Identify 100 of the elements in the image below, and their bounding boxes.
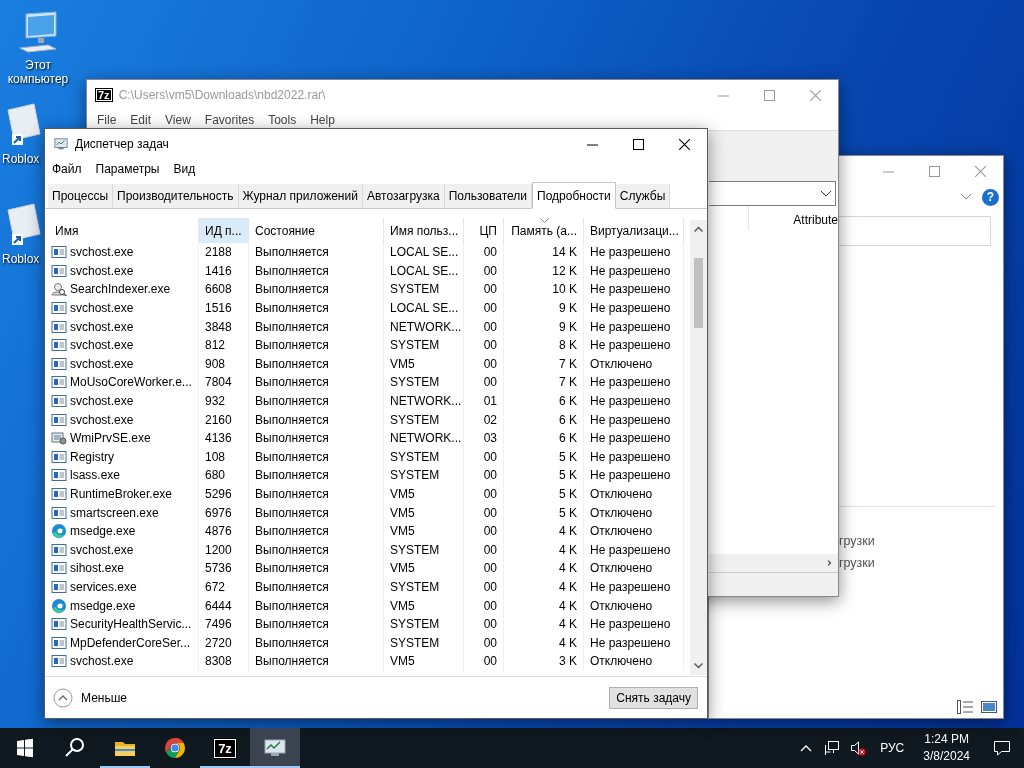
table-cell: 932 (205, 394, 226, 409)
close-button[interactable] (678, 138, 690, 150)
scroll-down-icon[interactable] (694, 663, 703, 669)
table-cell: 6608 (205, 282, 232, 297)
tab[interactable]: Журнал приложений (238, 184, 363, 208)
address-field[interactable] (709, 181, 836, 206)
table-cell: 812 (205, 338, 226, 353)
table-cell: Не разрешено (590, 338, 671, 353)
table-cell: Выполняется (255, 487, 329, 501)
fewer-details-link[interactable]: Меньше (81, 690, 127, 705)
notification-icon[interactable] (993, 739, 1011, 757)
table-cell: 12 K (552, 263, 577, 278)
app-logo[interactable]: 7z (214, 738, 236, 758)
table-cell: 00 (483, 487, 497, 501)
taskbar-button[interactable] (250, 728, 300, 768)
table-cell: Отключено (590, 561, 653, 576)
table-cell: 00 (483, 468, 497, 483)
table-cell: svchost.exe (70, 412, 134, 427)
table-cell: Не разрешено (590, 394, 671, 409)
icon-label[interactable]: Roblox (2, 152, 40, 166)
horizontal-scrollbar[interactable] (709, 554, 838, 572)
table-cell: svchost.exe (70, 338, 134, 353)
table-cell: 6444 (205, 598, 232, 613)
table-cell: Отключено (590, 487, 653, 501)
table-cell: LOCAL SE... (390, 245, 459, 260)
chevron-right-icon[interactable] (825, 560, 834, 566)
tab[interactable]: Подробности (532, 182, 616, 209)
table-cell: Не разрешено (590, 301, 671, 316)
column-header[interactable]: Виртуализаци... (584, 218, 684, 243)
nav-item[interactable]: грузки (839, 556, 875, 570)
column-header[interactable]: ИД п... (199, 218, 249, 243)
vertical-scrollbar[interactable] (690, 220, 707, 675)
table-cell: 1200 (205, 542, 232, 557)
menu-item[interactable]: Параметры (88, 162, 167, 176)
table-cell: SYSTEM (390, 617, 440, 632)
table-cell: Выполняется (255, 561, 329, 576)
maximize-button[interactable] (632, 138, 644, 150)
details-view-icon[interactable] (957, 700, 973, 714)
taskbar-button[interactable]: 7z (200, 728, 250, 768)
table-cell: Выполняется (255, 319, 329, 334)
muted-speaker-icon[interactable] (850, 740, 867, 756)
menu-item[interactable]: Tools (261, 113, 304, 127)
scrollbar-thumb[interactable] (694, 258, 703, 328)
column-header[interactable]: Состояние (249, 218, 384, 243)
language-indicator[interactable]: РУС (871, 741, 914, 755)
table-cell: 7 K (559, 375, 577, 390)
table-cell: VM5 (390, 356, 415, 371)
table-cell: 7496 (205, 617, 232, 632)
table-cell: 00 (483, 245, 497, 260)
table-cell: 4 K (559, 561, 577, 576)
chevron-up-circle-icon[interactable] (53, 687, 73, 708)
clock-time[interactable]: 1:24 PM (924, 731, 969, 748)
table-cell: SYSTEM (390, 635, 440, 650)
thumbnail-view-icon[interactable] (981, 700, 997, 714)
window-icon (51, 263, 67, 278)
table-cell: Отключено (590, 654, 653, 669)
clock-date[interactable]: 3/8/2024 (923, 748, 970, 765)
tab[interactable]: Процессы (48, 184, 113, 208)
network-icon[interactable] (824, 740, 841, 756)
column-header[interactable]: Attribute (748, 206, 838, 230)
column-header[interactable]: ЦП (464, 218, 504, 243)
table-cell: WmiPrvSE.exe (70, 431, 151, 446)
icon-label[interactable]: Roblox (2, 252, 40, 266)
tab[interactable]: Службы (615, 184, 671, 208)
window-icon (51, 449, 67, 464)
table-cell: 01 (483, 394, 497, 409)
table-cell: NETWORK... (390, 394, 462, 409)
table-cell: Выполняется (255, 542, 329, 557)
help-button[interactable]: ? (982, 188, 999, 206)
column-header[interactable]: Имя польз... (384, 218, 464, 243)
window-icon (51, 580, 67, 594)
menu-item[interactable]: Help (303, 113, 342, 127)
column-header[interactable]: Память (а... (504, 218, 584, 243)
chrome-icon[interactable] (163, 736, 187, 760)
menu-item[interactable]: Edit (123, 113, 159, 127)
table-cell: 00 (483, 375, 497, 390)
icon-label[interactable]: Этот компьютер (0, 58, 76, 86)
tab[interactable]: Автозагрузка (362, 184, 445, 208)
menu-item[interactable]: View (158, 113, 198, 127)
table-cell: 00 (483, 598, 497, 613)
table-cell: 4 K (559, 580, 577, 594)
table-cell: svchost.exe (70, 394, 134, 409)
table-cell: svchost.exe (70, 245, 134, 260)
input-field[interactable] (839, 216, 991, 246)
table-cell: SecurityHealthServic... (70, 617, 192, 632)
window-icon (51, 338, 67, 353)
menu-item[interactable]: Favorites (197, 113, 262, 127)
menu-item[interactable]: File (90, 113, 124, 127)
scroll-up-icon[interactable] (694, 226, 703, 232)
table-cell: svchost.exe (70, 654, 134, 669)
end-task-button[interactable]: Снять задачу (609, 686, 698, 709)
table-cell: 5 K (559, 468, 577, 483)
tab[interactable]: Производительность (113, 184, 239, 208)
menu-item[interactable]: Файл (45, 162, 89, 176)
table-cell: 4 K (559, 524, 577, 539)
chevron-down-icon[interactable] (820, 189, 832, 198)
menu-item[interactable]: Вид (166, 162, 203, 176)
table-cell: Выполняется (255, 301, 329, 316)
nav-item[interactable]: грузки (839, 534, 875, 548)
tab[interactable]: Пользователи (444, 184, 533, 208)
